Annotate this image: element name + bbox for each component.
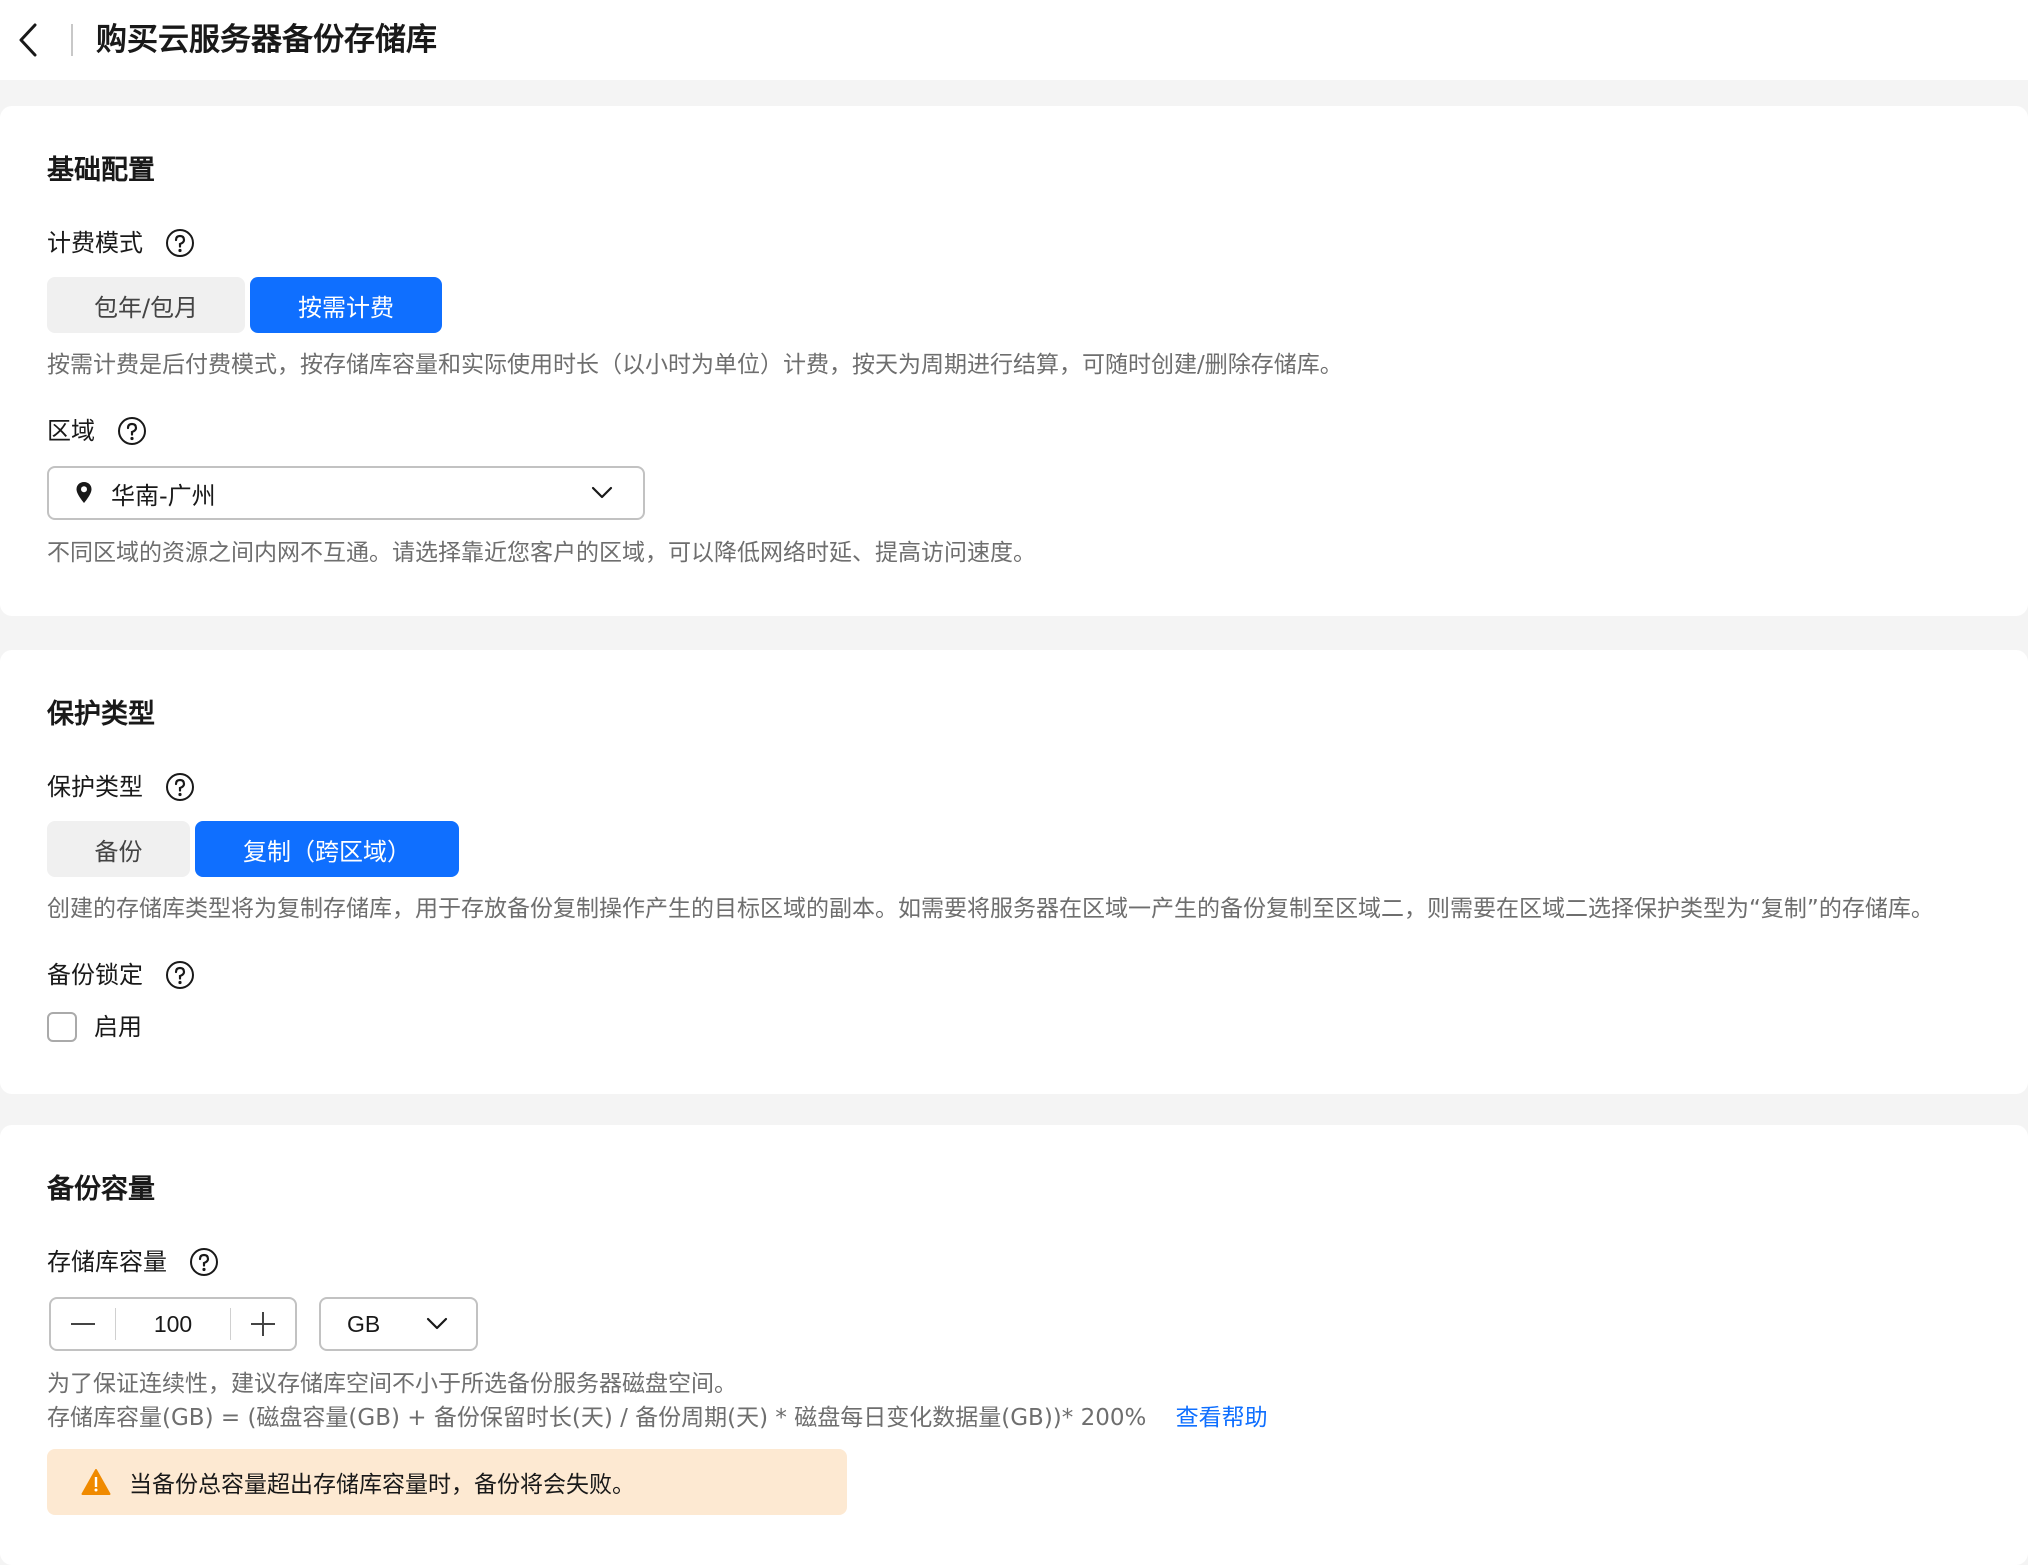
help-icon[interactable] xyxy=(117,416,147,446)
protection-type-label-text: 保护类型 xyxy=(47,773,143,801)
unit-value: GB xyxy=(347,1310,381,1337)
plus-icon xyxy=(251,1312,275,1336)
section-title-protection: 保护类型 xyxy=(47,699,155,730)
capacity-hint: 为了保证连续性，建议存储库空间不小于所选备份服务器磁盘空间。 xyxy=(47,1371,737,1397)
help-icon[interactable] xyxy=(165,772,195,802)
protection-option-replication[interactable]: 复制（跨区域） xyxy=(195,821,459,877)
protection-type-label: 保护类型 xyxy=(47,770,195,804)
capacity-formula: 存储库容量(GB) = (磁盘容量(GB) + 备份保留时长(天) / 备份周期… xyxy=(47,1401,1268,1435)
help-icon[interactable] xyxy=(189,1247,219,1277)
backup-lock-label: 备份锁定 xyxy=(47,958,195,992)
region-label-text: 区域 xyxy=(47,417,95,445)
location-pin-icon xyxy=(76,482,92,503)
vault-capacity-label: 存储库容量 xyxy=(47,1245,219,1279)
backup-lock-checkbox-label[interactable]: 启用 xyxy=(94,1010,142,1044)
protection-type-card: 保护类型 保护类型 备份 复制（跨区域） 创建的存储库类型将为复制存储库，用于存… xyxy=(0,650,2028,1094)
capacity-card: 备份容量 存储库容量 100 GB 为了保证连续性，建议存储库空间不小于所选备份… xyxy=(0,1125,2028,1565)
warning-text: 当备份总容量超出存储库容量时，备份将会失败。 xyxy=(129,1472,635,1498)
chevron-down-icon xyxy=(426,1317,448,1330)
header-divider xyxy=(71,24,73,56)
section-title-basic: 基础配置 xyxy=(47,155,155,186)
backup-lock-label-text: 备份锁定 xyxy=(47,961,143,989)
back-button[interactable] xyxy=(8,18,48,62)
billing-option-yearly[interactable]: 包年/包月 xyxy=(47,277,245,333)
minus-icon xyxy=(71,1323,95,1325)
region-value: 华南-广州 xyxy=(111,481,216,510)
capacity-formula-text: 存储库容量(GB) = (磁盘容量(GB) + 备份保留时长(天) / 备份周期… xyxy=(47,1405,1147,1431)
chevron-down-icon xyxy=(591,486,613,499)
page-header: 购买云服务器备份存储库 xyxy=(0,0,2028,80)
page-title: 购买云服务器备份存储库 xyxy=(96,22,437,58)
help-link[interactable]: 查看帮助 xyxy=(1176,1405,1268,1431)
billing-hint: 按需计费是后付费模式，按存储库容量和实际使用时长（以小时为单位）计费，按天为周期… xyxy=(47,352,1343,378)
chevron-left-icon xyxy=(19,23,37,57)
billing-option-ondemand[interactable]: 按需计费 xyxy=(250,277,442,333)
increment-button[interactable] xyxy=(231,1299,295,1349)
vault-capacity-label-text: 存储库容量 xyxy=(47,1248,167,1276)
basic-config-card: 基础配置 计费模式 包年/包月 按需计费 按需计费是后付费模式，按存储库容量和实… xyxy=(0,106,2028,616)
protection-option-backup[interactable]: 备份 xyxy=(47,821,190,877)
region-label: 区域 xyxy=(47,414,147,448)
billing-mode-label: 计费模式 xyxy=(47,226,195,260)
region-hint: 不同区域的资源之间内网不互通。请选择靠近您客户的区域，可以降低网络时延、提高访问… xyxy=(47,540,1036,566)
help-icon[interactable] xyxy=(165,228,195,258)
decrement-button[interactable] xyxy=(51,1299,115,1349)
warning-banner: 当备份总容量超出存储库容量时，备份将会失败。 xyxy=(47,1449,847,1515)
unit-select[interactable]: GB xyxy=(319,1297,478,1351)
backup-lock-checkbox[interactable] xyxy=(47,1012,77,1042)
billing-mode-label-text: 计费模式 xyxy=(47,229,143,257)
help-icon[interactable] xyxy=(165,960,195,990)
region-select[interactable]: 华南-广州 xyxy=(47,466,645,520)
warning-icon xyxy=(81,1469,111,1495)
capacity-value-input[interactable]: 100 xyxy=(116,1311,230,1338)
capacity-stepper: 100 xyxy=(49,1297,297,1351)
protection-type-hint: 创建的存储库类型将为复制存储库，用于存放备份复制操作产生的目标区域的副本。如需要… xyxy=(47,896,1934,922)
section-title-capacity: 备份容量 xyxy=(47,1174,155,1205)
